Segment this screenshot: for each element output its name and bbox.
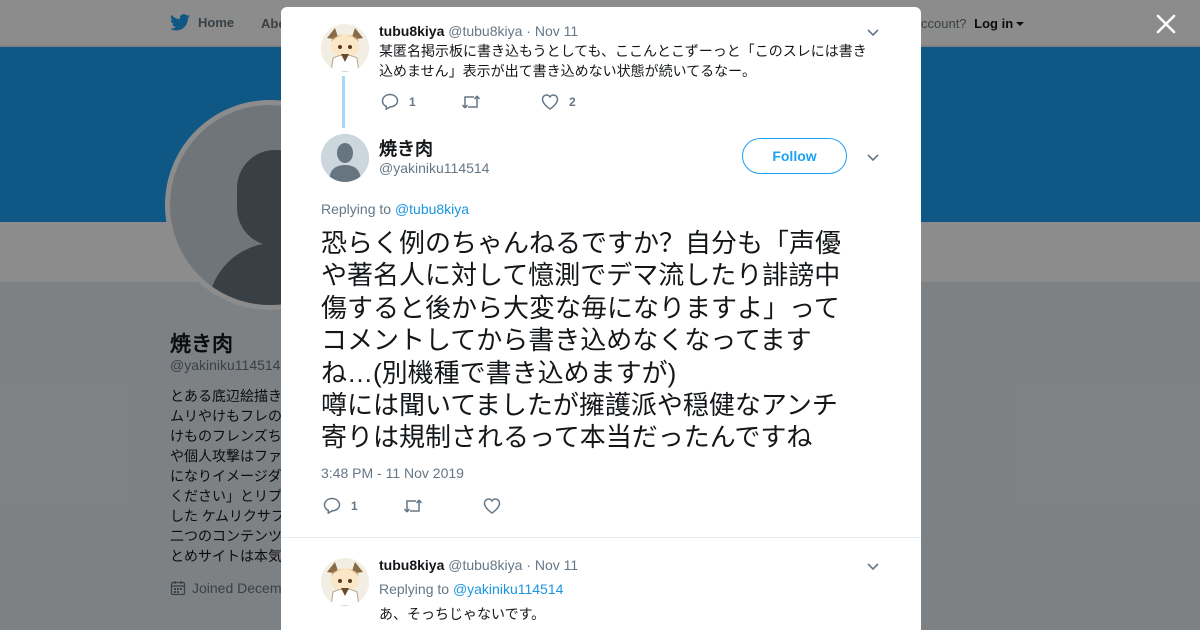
tubu8kiya-avatar[interactable]: [321, 24, 369, 72]
parent-tweet-header: tubu8kiya @tubu8kiya · Nov 11: [379, 23, 578, 39]
reply-button[interactable]: 1: [323, 497, 403, 514]
main-display-name[interactable]: 焼き肉: [379, 135, 433, 161]
reply-icon: [381, 93, 399, 110]
yakiniku-avatar[interactable]: [321, 134, 369, 182]
default-avatar-icon: [321, 134, 369, 182]
reply-tweet-header: tubu8kiya @tubu8kiya · Nov 11: [379, 557, 578, 573]
parent-tweet-actions: 1 2: [381, 93, 621, 110]
main-text-line: 恐らく例のちゃんねるですか？自分も「声優: [321, 228, 842, 258]
parent-date[interactable]: · Nov 11: [526, 23, 578, 39]
heart-icon: [483, 497, 501, 514]
main-tweet-actions: 1: [323, 497, 563, 514]
retweet-button[interactable]: [403, 498, 483, 514]
main-text-line: 傷すると後から大変な毎になりますよ」って: [321, 292, 840, 323]
parent-text-line: 某匿名掲示板に書き込もうとしても、ここんとこずーっと「このスレには書き: [379, 43, 867, 59]
like-button[interactable]: [483, 497, 563, 514]
main-text-line: 噂には聞いてましたが擁護派や穏健なアンチ: [321, 390, 838, 421]
replying-to: Replying to @tubu8kiya: [321, 201, 469, 217]
chevron-down-icon[interactable]: [866, 559, 880, 573]
replying-to-link[interactable]: @yakiniku114514: [453, 581, 563, 597]
chevron-down-icon[interactable]: [866, 150, 880, 164]
reply-count: 1: [409, 94, 416, 109]
character-avatar-icon: [321, 24, 369, 72]
tweet-modal: tubu8kiya @tubu8kiya · Nov 11 某匿名掲示板に書き込…: [281, 7, 921, 630]
retweet-button[interactable]: [461, 94, 541, 110]
like-button[interactable]: 2: [541, 93, 621, 110]
main-handle[interactable]: @yakiniku114514: [379, 160, 489, 176]
parent-text-line: 込めません」表示が出て書き込めない状態が続いてるなー。: [379, 63, 757, 79]
like-count: 2: [569, 94, 576, 109]
reply-tweet-text: あ、そっちじゃないです。: [379, 606, 546, 622]
reply-count: 1: [351, 498, 358, 513]
parent-display-name[interactable]: tubu8kiya: [379, 23, 444, 39]
main-text-line: や著名人に対して憶測でデマ流したり誹謗中: [321, 260, 841, 291]
character-avatar-icon: [321, 558, 369, 606]
reply-icon: [323, 497, 341, 514]
main-text-line: ね…(別機種で書き込めますが): [321, 357, 677, 388]
reply-display-name[interactable]: tubu8kiya: [379, 557, 444, 573]
replying-prefix: Replying to: [379, 581, 450, 597]
tweet-divider: [281, 537, 921, 538]
main-text-line: コメントしてから書き込めなくなってます: [321, 325, 812, 356]
reply-button[interactable]: 1: [381, 93, 461, 110]
tweet-timestamp[interactable]: 3:48 PM - 11 Nov 2019: [321, 465, 464, 481]
reply-handle[interactable]: @tubu8kiya: [448, 557, 522, 573]
follow-button[interactable]: Follow: [742, 138, 847, 174]
reply-date[interactable]: · Nov 11: [526, 557, 578, 573]
close-icon[interactable]: [1152, 10, 1180, 38]
replying-to-link[interactable]: @tubu8kiya: [395, 201, 469, 217]
parent-tweet-text: 某匿名掲示板に書き込もうとしても、ここんとこずーっと「このスレには書き 込めませ…: [379, 41, 879, 81]
parent-handle[interactable]: @tubu8kiya: [448, 23, 522, 39]
retweet-icon: [461, 95, 481, 108]
chevron-down-icon[interactable]: [866, 25, 880, 39]
replying-prefix: Replying to: [321, 201, 392, 217]
tubu8kiya-avatar[interactable]: [321, 558, 369, 606]
thread-connector: [342, 76, 345, 128]
main-text-line: 寄りは規制されるって本当だったんですね: [321, 422, 813, 453]
heart-icon: [541, 93, 559, 110]
main-tweet-text: 恐らく例のちゃんねるですか？自分も「声優 や著名人に対して憶測でデマ流したり誹謗…: [321, 227, 886, 454]
retweet-icon: [403, 499, 423, 512]
reply-replying-to: Replying to @yakiniku114514: [379, 581, 563, 597]
